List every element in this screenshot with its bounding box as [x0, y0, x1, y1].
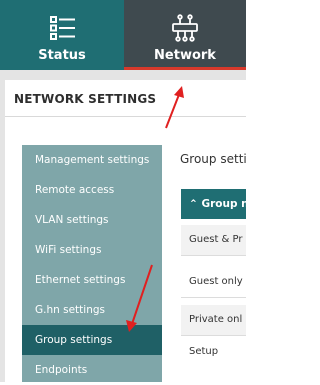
sidebar-item-management-settings[interactable]: Management settings	[22, 145, 162, 175]
sidebar-item-group-settings[interactable]: Group settings	[22, 325, 162, 355]
network-icon	[172, 14, 198, 42]
tab-network[interactable]: Network	[124, 0, 246, 70]
group-row[interactable]: Guest & Pr	[181, 225, 246, 255]
group-row[interactable]: Guest only	[181, 267, 246, 297]
group-header-collapse[interactable]: ⌃ Group n	[181, 189, 246, 219]
sidebar-item-endpoints[interactable]: Endpoints	[22, 355, 162, 385]
status-list-icon	[50, 16, 75, 40]
sidebar-item-ethernet-settings[interactable]: Ethernet settings	[22, 265, 162, 295]
content-title: Group setti	[180, 152, 247, 166]
group-header-label: Group n	[201, 198, 246, 210]
tab-status[interactable]: Status	[0, 0, 124, 70]
sidebar-item-remote-access[interactable]: Remote access	[22, 175, 162, 205]
chevron-up-icon: ⌃	[189, 198, 198, 210]
top-navigation: Status Network	[0, 0, 246, 70]
page-title: NETWORK SETTINGS	[14, 92, 157, 106]
sidebar-item-vlan-settings[interactable]: VLAN settings	[22, 205, 162, 235]
annotation-arrow-network	[165, 86, 184, 129]
sidebar-item-ghn-settings[interactable]: G.hn settings	[22, 295, 162, 325]
group-row[interactable]: Setup	[181, 337, 246, 367]
sidebar-item-wifi-settings[interactable]: WiFi settings	[22, 235, 162, 265]
group-row[interactable]: Private onl	[181, 305, 246, 335]
divider	[181, 297, 246, 298]
settings-sidebar: Management settings Remote access VLAN s…	[22, 145, 162, 382]
divider	[5, 116, 246, 117]
divider	[181, 255, 246, 256]
page-top-margin	[0, 70, 246, 80]
tab-network-label: Network	[154, 48, 216, 63]
divider	[181, 335, 246, 336]
tab-status-label: Status	[38, 48, 86, 63]
